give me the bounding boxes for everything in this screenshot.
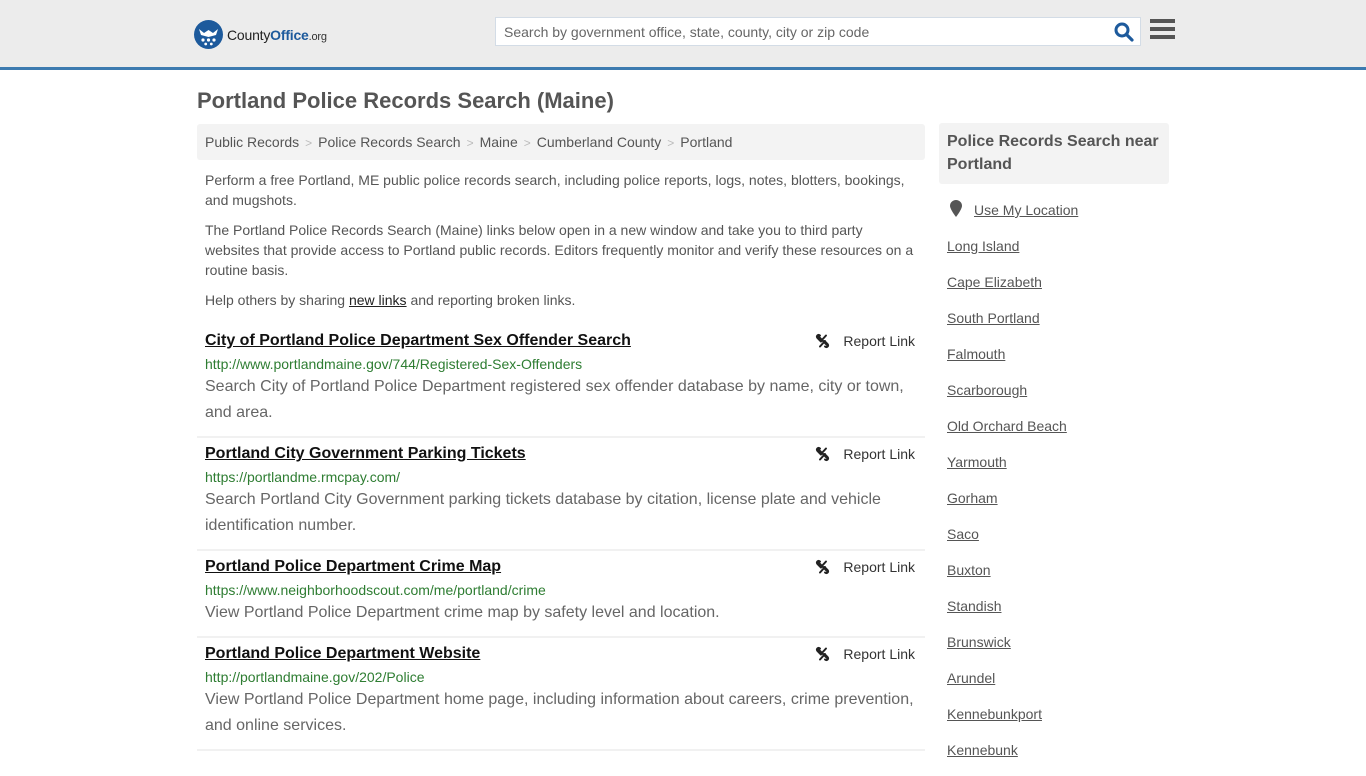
breadcrumb-public-records[interactable]: Public Records (205, 134, 299, 150)
hamburger-menu-button[interactable] (1150, 19, 1175, 41)
breadcrumb: Public Records > Police Records Search > Mai… (197, 124, 925, 160)
sidebar-item-kennebunkport: Kennebunkport (947, 704, 1167, 740)
result-url: http://portlandmaine.gov/202/Police (205, 669, 425, 685)
breadcrumb-maine[interactable]: Maine (480, 134, 518, 150)
use-my-location-link[interactable]: Use My Location (974, 200, 1078, 220)
result-item: Portland Police Department Website Repor… (197, 638, 925, 751)
result-description: View Portland Police Department crime ma… (205, 604, 720, 621)
result-url: https://www.neighborhoodscout.com/me/por… (205, 582, 546, 598)
result-item: City of Portland Police Department Sex O… (197, 325, 925, 438)
report-link-button[interactable]: Report Link (815, 333, 915, 349)
place-link[interactable]: Scarborough (947, 380, 1027, 400)
sidebar-item-falmouth: Falmouth (947, 344, 1167, 380)
place-link[interactable]: Cape Elizabeth (947, 272, 1042, 292)
sidebar-item-scarborough: Scarborough (947, 380, 1167, 416)
page-title: Portland Police Records Search (Maine) (197, 88, 614, 113)
result-title-link[interactable]: City of Portland Police Department Sex O… (205, 331, 631, 351)
results-list: City of Portland Police Department Sex O… (197, 325, 925, 751)
result-title-link[interactable]: Portland Police Department Crime Map (205, 557, 501, 577)
use-my-location: Use My Location (947, 200, 1167, 236)
report-link-button[interactable]: Report Link (815, 646, 915, 662)
place-link[interactable]: Kennebunkport (947, 704, 1042, 724)
place-link[interactable]: Standish (947, 596, 1001, 616)
intro-paragraph-1: Perform a free Portland, ME public polic… (205, 172, 905, 208)
place-link[interactable]: Saco (947, 524, 979, 544)
search-icon (1114, 22, 1134, 42)
place-link[interactable]: Gorham (947, 488, 998, 508)
sidebar-item-cape-elizabeth: Cape Elizabeth (947, 272, 1167, 308)
breadcrumb-separator: > (305, 136, 313, 150)
result-title-link[interactable]: Portland Police Department Website (205, 644, 480, 664)
breadcrumb-cumberland-county[interactable]: Cumberland County (537, 134, 662, 150)
sidebar-item-arundel: Arundel (947, 668, 1167, 704)
search-box (495, 17, 1141, 46)
result-item: Portland Police Department Crime Map Rep… (197, 551, 925, 638)
broken-link-icon (816, 559, 830, 575)
result-description: Search City of Portland Police Departmen… (205, 378, 904, 421)
sidebar-item-gorham: Gorham (947, 488, 1167, 524)
new-links-link[interactable]: new links (349, 292, 407, 308)
result-url: https://portlandme.rmcpay.com/ (205, 469, 401, 485)
breadcrumb-separator: > (523, 136, 531, 150)
search-input[interactable] (496, 18, 1106, 45)
site-logo[interactable]: CountyOffice.org (194, 20, 327, 49)
map-pin-icon (950, 200, 962, 217)
logo-eagle-icon (194, 20, 223, 49)
sidebar-item-old-orchard-beach: Old Orchard Beach (947, 416, 1167, 452)
place-link[interactable]: Kennebunk (947, 740, 1018, 760)
place-link[interactable]: Falmouth (947, 344, 1005, 364)
intro-paragraph-3: Help others by sharing new links and rep… (205, 292, 576, 308)
breadcrumb-separator: > (466, 136, 474, 150)
broken-link-icon (816, 333, 830, 349)
breadcrumb-police-records-search[interactable]: Police Records Search (318, 134, 460, 150)
sidebar-item-kennebunk: Kennebunk (947, 740, 1167, 776)
broken-link-icon (816, 646, 830, 662)
result-description: View Portland Police Department home pag… (205, 691, 914, 734)
place-link[interactable]: Long Island (947, 236, 1019, 256)
report-link-button[interactable]: Report Link (815, 446, 915, 462)
hamburger-menu-icon (1150, 19, 1175, 23)
place-link[interactable]: Yarmouth (947, 452, 1007, 472)
breadcrumb-separator: > (667, 136, 675, 150)
broken-link-icon (816, 446, 830, 462)
intro-text: Perform a free Portland, ME public polic… (205, 170, 920, 320)
report-link-button[interactable]: Report Link (815, 559, 915, 575)
sidebar-heading: Police Records Search near Portland (939, 123, 1169, 184)
sidebar-item-long-island: Long Island (947, 236, 1167, 272)
intro-paragraph-2: The Portland Police Records Search (Main… (205, 222, 914, 278)
result-item: Portland City Government Parking Tickets… (197, 438, 925, 551)
sidebar-item-brunswick: Brunswick (947, 632, 1167, 668)
place-link[interactable]: Brunswick (947, 632, 1011, 652)
sidebar-item-buxton: Buxton (947, 560, 1167, 596)
result-description: Search Portland City Government parking … (205, 491, 881, 534)
nearby-places-list: Use My Location Long Island Cape Elizabe… (947, 200, 1167, 776)
sidebar-item-saco: Saco (947, 524, 1167, 560)
place-link[interactable]: South Portland (947, 308, 1040, 328)
breadcrumb-portland[interactable]: Portland (680, 134, 732, 150)
result-title-link[interactable]: Portland City Government Parking Tickets (205, 444, 526, 464)
place-link[interactable]: Arundel (947, 668, 995, 688)
place-link[interactable]: Old Orchard Beach (947, 416, 1067, 436)
sidebar-item-standish: Standish (947, 596, 1167, 632)
sidebar-item-south-portland: South Portland (947, 308, 1167, 344)
site-header: CountyOffice.org (0, 0, 1366, 70)
search-button[interactable] (1114, 22, 1134, 42)
logo-text: CountyOffice.org (227, 26, 327, 43)
sidebar-item-yarmouth: Yarmouth (947, 452, 1167, 488)
result-url: http://www.portlandmaine.gov/744/Registe… (205, 356, 583, 372)
place-link[interactable]: Buxton (947, 560, 991, 580)
